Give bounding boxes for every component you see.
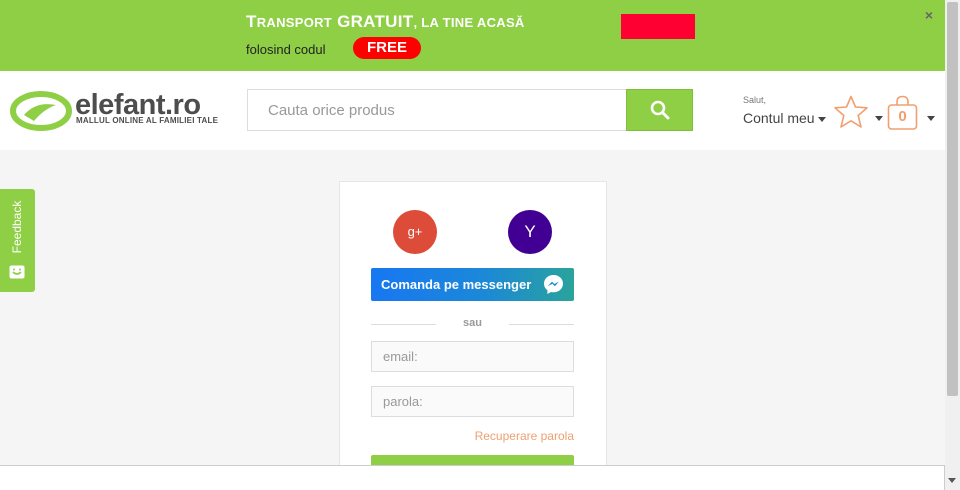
logo-tagline: MALLUL ONLINE AL FAMILIEI TALE: [76, 116, 219, 125]
logo-icon: [10, 91, 72, 131]
search-button[interactable]: [626, 89, 693, 131]
promo-red-box: [621, 14, 695, 39]
wishlist-button[interactable]: [833, 95, 883, 131]
cart-count: 0: [898, 108, 907, 125]
yahoo-login-button[interactable]: Y: [508, 210, 552, 254]
promo-subtitle: folosind codul: [246, 42, 326, 57]
messenger-order-button[interactable]: Comanda pe messenger: [371, 268, 574, 301]
promo-banner: TRANSPORT GRATUIT, LA TINE ACASĂ folosin…: [0, 0, 945, 71]
caret-down-icon: [875, 116, 883, 121]
search-input[interactable]: [247, 89, 627, 131]
star-icon: [834, 95, 868, 128]
feedback-label: Feedback: [10, 200, 24, 254]
promo-title: TRANSPORT GRATUIT, LA TINE ACASĂ: [246, 12, 525, 31]
bottom-bar: [0, 465, 945, 490]
cart-button[interactable]: 0: [887, 95, 935, 133]
site-logo[interactable]: elefant.ro MALLUL ONLINE AL FAMILIEI TAL…: [10, 89, 225, 131]
search-icon: [650, 100, 669, 120]
account-dropdown[interactable]: Contul meu: [743, 110, 826, 126]
google-login-button[interactable]: g+: [393, 210, 437, 254]
account-menu[interactable]: Salut, Contul meu: [743, 95, 826, 126]
account-greeting: Salut,: [743, 95, 767, 105]
feedback-tab[interactable]: Feedback: [0, 189, 35, 292]
email-field[interactable]: [371, 341, 574, 372]
caret-down-icon: [927, 116, 935, 121]
close-icon[interactable]: ×: [922, 8, 936, 22]
promo-code-badge: FREE: [353, 37, 421, 59]
scroll-down-icon[interactable]: [948, 478, 956, 483]
password-field[interactable]: [371, 386, 574, 417]
site-header: elefant.ro MALLUL ONLINE AL FAMILIEI TAL…: [0, 71, 945, 150]
login-card: g+ Y Comanda pe messenger sau Recuperare…: [339, 181, 607, 471]
or-divider: sau: [371, 317, 574, 331]
scrollbar[interactable]: [945, 0, 960, 490]
scrollbar-thumb[interactable]: [947, 2, 958, 396]
messenger-icon: [544, 275, 563, 294]
recover-password-link[interactable]: Recuperare parola: [371, 429, 574, 443]
feedback-icon: [9, 265, 25, 279]
caret-down-icon: [817, 116, 826, 122]
